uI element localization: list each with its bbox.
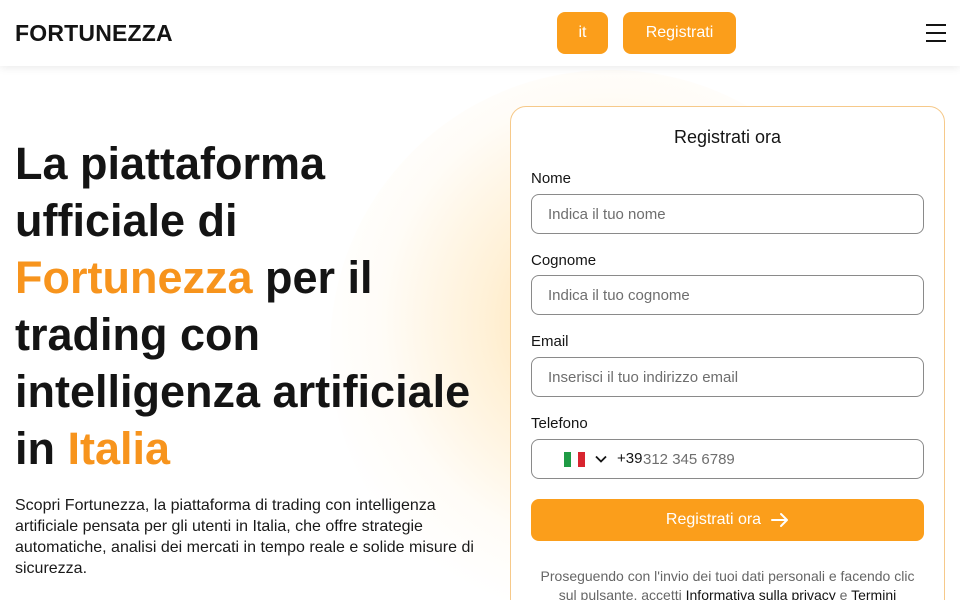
- hamburger-menu-icon[interactable]: [926, 24, 946, 42]
- last-name-input[interactable]: [531, 275, 924, 315]
- privacy-link[interactable]: Informativa sulla privacy: [686, 587, 836, 600]
- register-button[interactable]: Registrati: [623, 12, 736, 54]
- registration-form: Registrati ora Nome Cognome Email Telefo…: [510, 106, 945, 600]
- hero-title-line: in: [15, 423, 68, 474]
- hero-title: La piattaforma ufficiale di Fortunezza p…: [15, 135, 495, 477]
- phone-label: Telefono: [531, 415, 588, 432]
- consent-text: Proseguendo con l'invio dei tuoi dati pe…: [531, 567, 924, 600]
- terms-link[interactable]: Termini: [851, 587, 896, 600]
- phone-input[interactable]: [643, 441, 913, 477]
- logo: FORTUNEZZA: [15, 20, 173, 46]
- hero-title-line: intelligenza artificiale: [15, 366, 471, 417]
- hero-title-accent-brand: Fortunezza: [15, 252, 253, 303]
- email-input[interactable]: [531, 357, 924, 397]
- language-button[interactable]: it: [557, 12, 608, 54]
- submit-button[interactable]: Registrati ora: [531, 499, 924, 541]
- first-name-input[interactable]: [531, 194, 924, 234]
- hero-title-line: La piattaforma: [15, 138, 326, 189]
- arrow-right-icon: [771, 513, 789, 527]
- last-name-label: Cognome: [531, 252, 597, 269]
- chevron-down-icon[interactable]: [594, 452, 608, 466]
- hero-title-line: per il: [252, 252, 373, 303]
- form-title: Registrati ora: [673, 127, 782, 147]
- hero-title-accent-country: Italia: [67, 423, 171, 474]
- consent-and: e: [835, 587, 852, 600]
- site-header: FORTUNEZZA it Registrati: [0, 0, 960, 66]
- italy-flag-icon[interactable]: [564, 452, 585, 467]
- phone-field: +39: [531, 439, 924, 479]
- hero-description: Scopri Fortunezza, la piattaforma di tra…: [15, 497, 474, 577]
- hero-title-line: ufficiale di: [15, 195, 238, 246]
- submit-label: Registrati ora: [665, 511, 762, 528]
- dial-code: +39: [617, 450, 643, 467]
- hero-title-line: trading con: [15, 309, 260, 360]
- email-label: Email: [531, 333, 569, 350]
- first-name-label: Nome: [531, 170, 572, 187]
